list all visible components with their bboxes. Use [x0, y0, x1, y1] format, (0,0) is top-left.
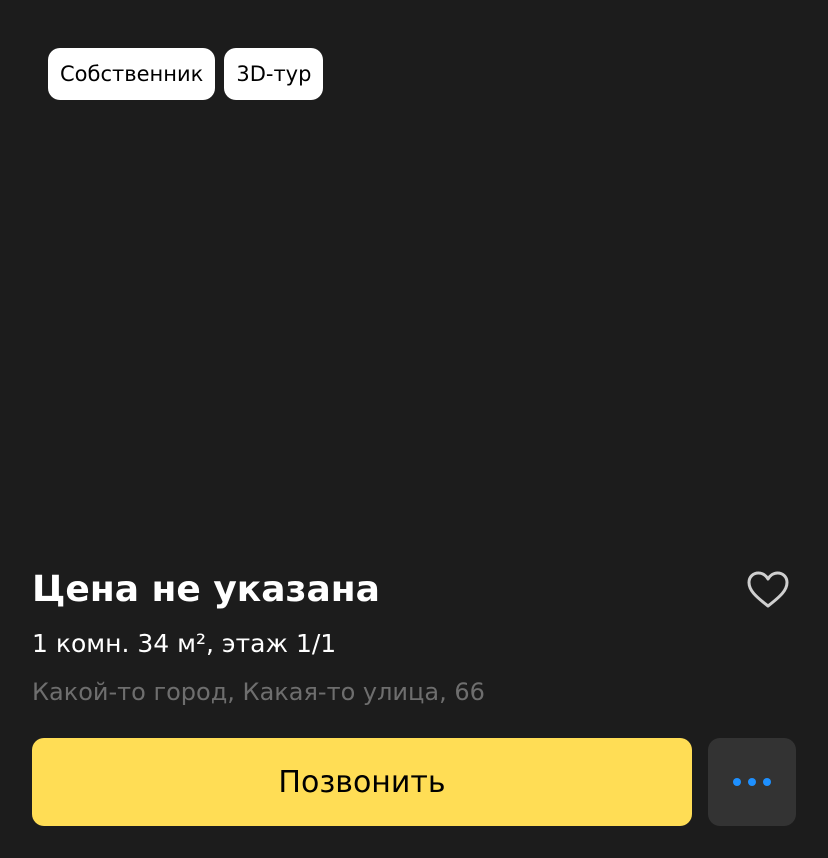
listing-price: Цена не указана [32, 569, 380, 610]
3d-tour-badge: 3D-тур [224, 48, 324, 100]
call-button[interactable]: Позвонить [32, 738, 692, 826]
more-options-button[interactable] [708, 738, 796, 826]
listing-address: Какой-то город, Какая-то улица, 66 [32, 678, 485, 706]
listing-card[interactable]: Собственник 3D-тур Цена не указана 1 ком… [0, 0, 828, 858]
more-dots-icon [733, 778, 771, 786]
heart-outline-icon [747, 571, 789, 608]
favorite-button[interactable] [744, 568, 792, 612]
owner-badge: Собственник [48, 48, 216, 100]
badge-row: Собственник 3D-тур [48, 48, 324, 100]
listing-details: 1 комн. 34 м², этаж 1/1 [32, 629, 337, 658]
